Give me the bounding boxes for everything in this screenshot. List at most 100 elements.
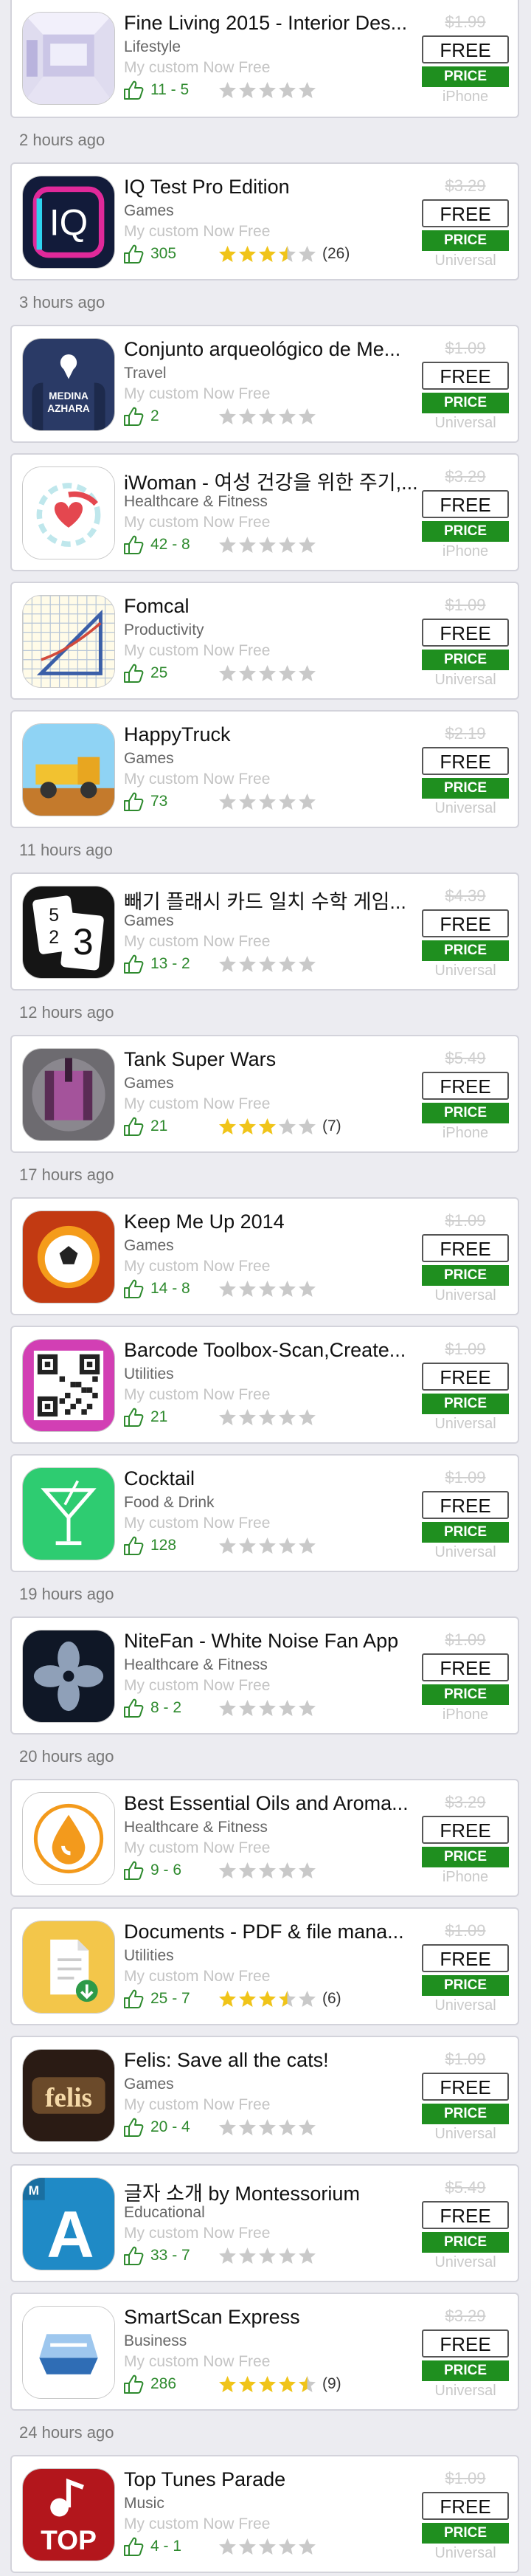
free-button[interactable]: FREE <box>422 2201 509 2229</box>
free-button[interactable]: FREE <box>422 1072 509 1100</box>
app-name[interactable]: IQ Test Pro Edition <box>124 176 425 199</box>
app-name[interactable]: Felis: Save all the cats! <box>124 2049 425 2072</box>
price-badge[interactable]: PRICE <box>422 1103 509 1123</box>
thumbs-up-icon[interactable] <box>122 1697 145 1719</box>
price-badge[interactable]: PRICE <box>422 2104 509 2124</box>
price-badge[interactable]: PRICE <box>422 2523 509 2544</box>
app-card[interactable]: Barcode Toolbox-Scan,Create... Utilities M… <box>10 1326 519 1444</box>
price-badge[interactable]: PRICE <box>422 940 509 961</box>
price-badge[interactable]: PRICE <box>422 2360 509 2381</box>
fan-icon[interactable] <box>22 1630 115 1723</box>
price-badge[interactable]: PRICE <box>422 230 509 251</box>
free-button[interactable]: FREE <box>422 2073 509 2101</box>
price-badge[interactable]: PRICE <box>422 1684 509 1705</box>
price-badge[interactable]: PRICE <box>422 1975 509 1996</box>
app-name[interactable]: Barcode Toolbox-Scan,Create... <box>124 1339 425 1362</box>
heart-cycle-icon[interactable] <box>22 466 115 559</box>
free-button[interactable]: FREE <box>422 1653 509 1681</box>
app-card[interactable]: SmartScan Express Business My custom Now F… <box>10 2293 519 2411</box>
app-name[interactable]: iWoman - 여성 건강을 위한 주기,... <box>124 466 425 495</box>
app-card[interactable]: Fomcal Productivity My custom Now Free 25 $1… <box>10 582 519 700</box>
thumbs-up-icon[interactable] <box>122 405 145 427</box>
thumbs-up-icon[interactable] <box>122 953 145 975</box>
app-card[interactable]: 5 2 3 빼기 플래시 카드 일치 수학 게임... Games My custom N… <box>10 872 519 991</box>
app-name[interactable]: Top Tunes Parade <box>124 2468 425 2491</box>
qr-code-icon[interactable] <box>22 1339 115 1432</box>
letter-a-icon[interactable]: MA <box>22 2177 115 2270</box>
felis-logo-icon[interactable]: felis <box>22 2049 115 2142</box>
free-button[interactable]: FREE <box>422 362 509 390</box>
medina-azahara-icon[interactable]: MEDINA AZHARA <box>22 338 115 431</box>
app-card[interactable]: iWoman - 여성 건강을 위한 주기,... Healthcare & Fi… <box>10 453 519 571</box>
app-card[interactable]: Documents - PDF & file mana... Utilities M… <box>10 1907 519 2025</box>
truck-icon[interactable] <box>22 723 115 816</box>
free-button[interactable]: FREE <box>422 747 509 775</box>
tank-icon[interactable] <box>22 1048 115 1141</box>
price-badge[interactable]: PRICE <box>422 650 509 670</box>
thumbs-up-icon[interactable] <box>122 1859 145 1881</box>
oil-drop-icon[interactable] <box>22 1792 115 1885</box>
app-card[interactable]: Tank Super Wars Games My custom Now Free 21… <box>10 1035 519 1153</box>
app-card[interactable]: M A 글자 소개 by Montessorium Educational My cus… <box>10 2164 519 2282</box>
free-button[interactable]: FREE <box>422 2329 509 2358</box>
thumbs-up-icon[interactable] <box>122 2373 145 2395</box>
soccer-ball-icon[interactable] <box>22 1210 115 1304</box>
thumbs-up-icon[interactable] <box>122 1535 145 1557</box>
app-name[interactable]: NiteFan - White Noise Fan App <box>124 1630 425 1653</box>
price-badge[interactable]: PRICE <box>422 778 509 799</box>
price-badge[interactable]: PRICE <box>422 1847 509 1867</box>
thumbs-up-icon[interactable] <box>122 2116 145 2138</box>
app-name[interactable]: Fomcal <box>124 595 425 618</box>
thumbs-up-icon[interactable] <box>122 2535 145 2558</box>
app-name[interactable]: 글자 소개 by Montessorium <box>124 2177 425 2206</box>
free-button[interactable]: FREE <box>422 1363 509 1391</box>
free-button[interactable]: FREE <box>422 490 509 518</box>
thumbs-up-icon[interactable] <box>122 1406 145 1428</box>
scanner-icon[interactable] <box>22 2306 115 2399</box>
app-name[interactable]: Tank Super Wars <box>124 1048 425 1071</box>
thumbs-up-icon[interactable] <box>122 1115 145 1137</box>
thumbs-up-icon[interactable] <box>122 791 145 813</box>
free-button[interactable]: FREE <box>422 2492 509 2520</box>
cocktail-glass-icon[interactable] <box>22 1467 115 1560</box>
free-button[interactable]: FREE <box>422 35 509 63</box>
free-button[interactable]: FREE <box>422 1491 509 1519</box>
price-badge[interactable]: PRICE <box>422 1265 509 1286</box>
price-badge[interactable]: PRICE <box>422 1522 509 1543</box>
app-card[interactable]: Fine Living 2015 - Interior Des... Lifest… <box>10 0 519 118</box>
app-name[interactable]: HappyTruck <box>124 723 425 746</box>
app-name[interactable]: SmartScan Express <box>124 2306 425 2329</box>
free-button[interactable]: FREE <box>422 1816 509 1844</box>
thumbs-up-icon[interactable] <box>122 1988 145 2010</box>
free-button[interactable]: FREE <box>422 199 509 227</box>
price-badge[interactable]: PRICE <box>422 2232 509 2253</box>
app-name[interactable]: Keep Me Up 2014 <box>124 1210 425 1233</box>
price-badge[interactable]: PRICE <box>422 66 509 87</box>
music-note-icon[interactable]: TOP <box>22 2468 115 2561</box>
free-button[interactable]: FREE <box>422 1234 509 1262</box>
thumbs-up-icon[interactable] <box>122 662 145 684</box>
app-card[interactable]: NiteFan - White Noise Fan App Healthcare … <box>10 1616 519 1735</box>
formula-calculator-icon[interactable] <box>22 595 115 688</box>
app-name[interactable]: Best Essential Oils and Aroma... <box>124 1792 425 1815</box>
app-name[interactable]: Conjunto arqueológico de Me... <box>124 338 425 361</box>
app-name[interactable]: Fine Living 2015 - Interior Des... <box>124 12 425 35</box>
flash-cards-icon[interactable]: 523 <box>22 886 115 979</box>
app-card[interactable]: HappyTruck Games My custom Now Free 73 $2.19… <box>10 710 519 828</box>
price-badge[interactable]: PRICE <box>422 521 509 542</box>
app-card[interactable]: Best Essential Oils and Aroma... Healthca… <box>10 1779 519 1897</box>
thumbs-up-icon[interactable] <box>122 2245 145 2267</box>
app-card[interactable]: Cocktail Food & Drink My custom Now Free 12… <box>10 1454 519 1572</box>
free-button[interactable]: FREE <box>422 1944 509 1972</box>
thumbs-up-icon[interactable] <box>122 243 145 265</box>
app-card[interactable]: IQ IQ Test Pro Edition Games My custom Now … <box>10 162 519 280</box>
price-badge[interactable]: PRICE <box>422 1394 509 1414</box>
app-card[interactable]: TOP Top Tunes Parade Music My custom Now Fr… <box>10 2455 519 2573</box>
thumbs-up-icon[interactable] <box>122 1278 145 1300</box>
app-card[interactable]: felis Felis: Save all the cats! Games My cu… <box>10 2036 519 2154</box>
price-badge[interactable]: PRICE <box>422 393 509 413</box>
document-download-icon[interactable] <box>22 1921 115 2014</box>
thumbs-up-icon[interactable] <box>122 79 145 101</box>
free-button[interactable]: FREE <box>422 619 509 647</box>
app-card[interactable]: MEDINA AZHARA Conjunto arqueológico de Me.… <box>10 325 519 443</box>
